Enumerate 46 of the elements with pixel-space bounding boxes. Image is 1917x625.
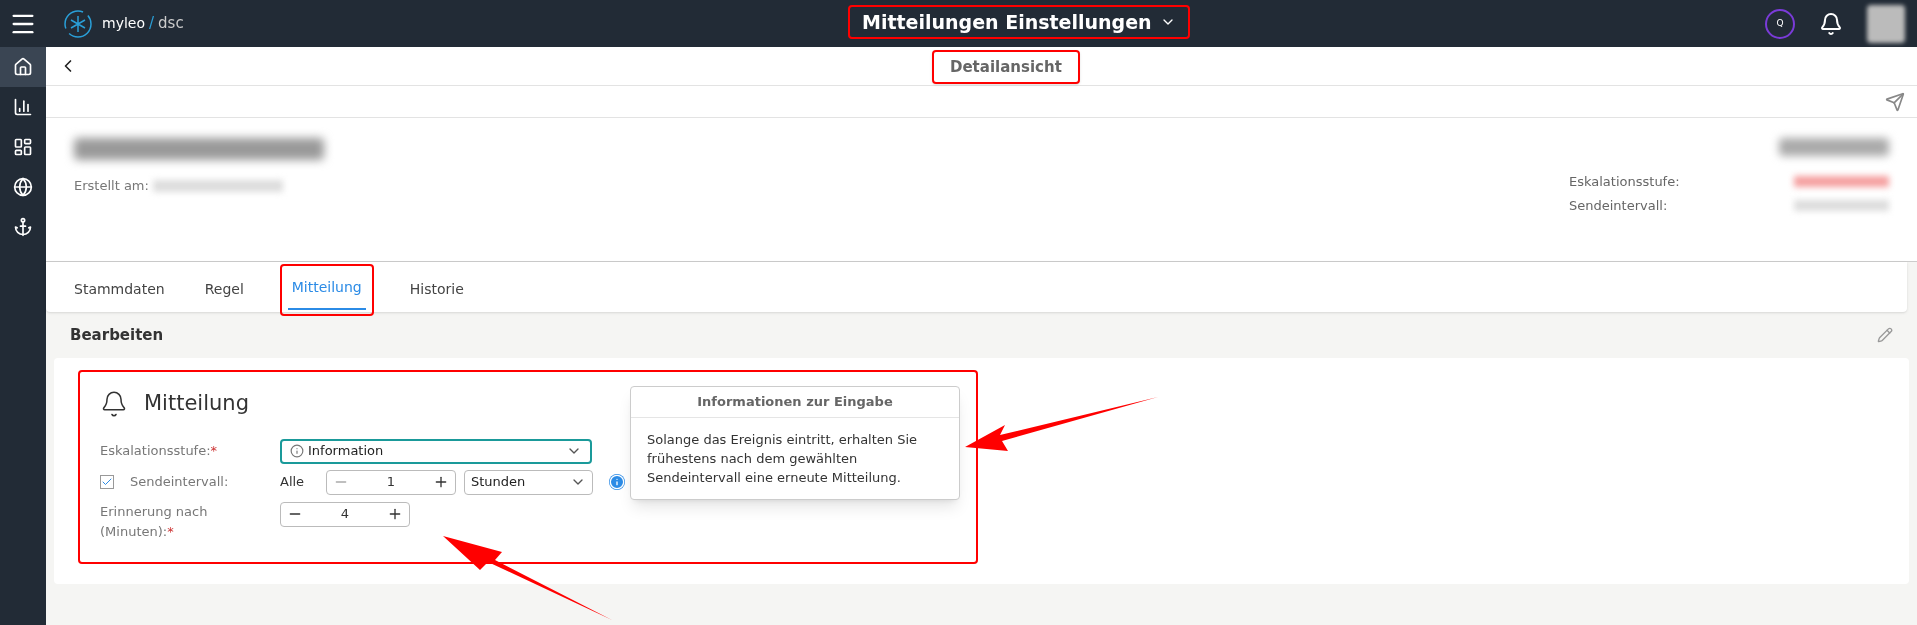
dashboard-icon (13, 137, 33, 157)
brand-separator: / (149, 13, 155, 35)
tab[interactable]: Mitteilung (287, 266, 366, 310)
tooltip-title: Informationen zur Eingabe (631, 387, 959, 418)
prefix-label: Alle (280, 473, 306, 492)
brand-suffix: dsc (158, 13, 184, 35)
field-label: Erinnerung nach (100, 502, 209, 521)
card-title: Mitteilung (144, 390, 249, 417)
field-label: Eskalationsstufe:* (100, 442, 219, 461)
tab[interactable]: Regel (200, 268, 248, 312)
tab[interactable]: Stammdaten (70, 268, 169, 312)
edit-icon[interactable] (1877, 327, 1893, 343)
reminder-stepper[interactable]: 4 (280, 501, 410, 527)
page-title-dropdown[interactable]: Mitteilungen Einstellungen (848, 5, 1190, 39)
escalation-select[interactable]: Information (280, 438, 592, 464)
sidebar-item[interactable] (0, 47, 46, 87)
send-icon[interactable] (1885, 91, 1905, 112)
q-label: Q (1776, 16, 1784, 30)
field-label: Sendeintervall: (130, 473, 229, 492)
bell-icon (100, 389, 128, 418)
chart-icon (13, 97, 33, 117)
home-icon (13, 57, 33, 77)
notification-icon[interactable] (1819, 11, 1843, 36)
plus-icon[interactable] (433, 474, 449, 490)
unit-select[interactable]: Stunden (464, 469, 593, 495)
anchor-icon (13, 217, 33, 237)
section-title: Bearbeiten (70, 324, 164, 346)
avatar[interactable] (1867, 4, 1905, 43)
globe-icon (13, 177, 33, 197)
detail-label: Eskalationsstufe: (1569, 173, 1680, 191)
tab[interactable]: Historie (405, 268, 468, 312)
created-label: Erstellt am: (74, 177, 149, 195)
interval-stepper[interactable]: 1 (326, 469, 456, 495)
subheader-title: Detailansicht (932, 50, 1080, 84)
brand-name: myleo (102, 14, 145, 33)
detail-label: Sendeintervall: (1569, 196, 1668, 215)
q-app-icon[interactable]: Q (1765, 8, 1795, 39)
field-label: (Minuten):* (100, 522, 175, 541)
plus-icon[interactable] (387, 506, 403, 522)
logo-icon (62, 7, 94, 40)
info-icon[interactable] (609, 474, 625, 490)
info-outline-icon (290, 444, 304, 458)
stepper-value: 4 (339, 505, 351, 524)
stepper-value: 1 (385, 473, 397, 492)
checkbox[interactable] (100, 475, 114, 489)
tooltip-text: Solange das Ereignis eintritt, erhalten Sie frühestens nach dem gewählten Sendeintervall eine erneute Mitteilung. (646, 431, 919, 487)
